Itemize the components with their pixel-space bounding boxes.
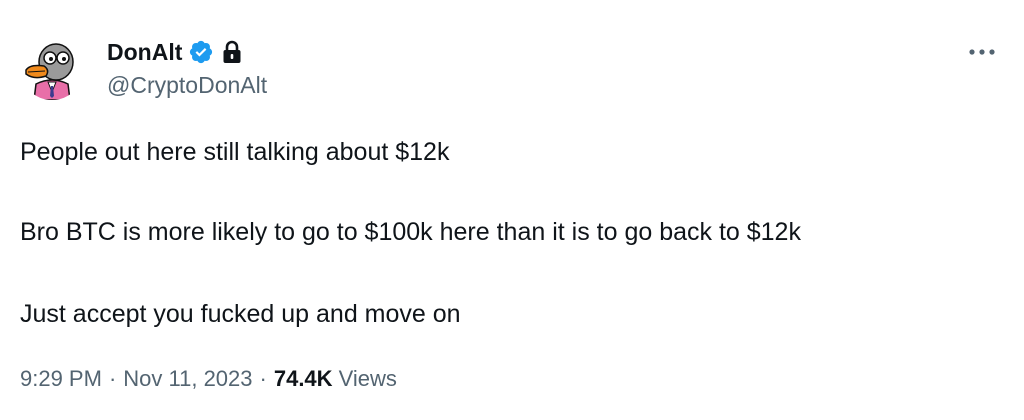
tweet-metadata: 9:29 PM · Nov 11, 2023 · 74.4K Views (20, 366, 397, 392)
tweet-time[interactable]: 9:29 PM (20, 366, 102, 392)
author-handle[interactable]: @CryptoDonAlt (107, 72, 267, 99)
views-label: Views (338, 366, 397, 391)
lock-icon (222, 40, 242, 64)
tweet-card: DonAlt @CryptoDonAlt People out here sti… (0, 0, 1024, 420)
duck-avatar-icon (25, 43, 74, 100)
author-display-name[interactable]: DonAlt (107, 39, 182, 66)
verified-badge-icon[interactable] (188, 39, 214, 65)
meta-separator: · (259, 366, 267, 391)
avatar[interactable] (20, 36, 84, 100)
tweet-text-line: Just accept you fucked up and move on (20, 300, 461, 328)
tweet-text-line: Bro BTC is more likely to go to $100k he… (20, 218, 801, 246)
meta-separator: · (108, 366, 117, 391)
more-options-icon[interactable] (960, 38, 1004, 66)
tweet-date[interactable]: Nov 11, 2023 (123, 366, 252, 392)
tweet-text-line: People out here still talking about $12k (20, 138, 450, 166)
author-name-row: DonAlt (107, 38, 242, 66)
views-count[interactable]: 74.4K (274, 366, 333, 392)
